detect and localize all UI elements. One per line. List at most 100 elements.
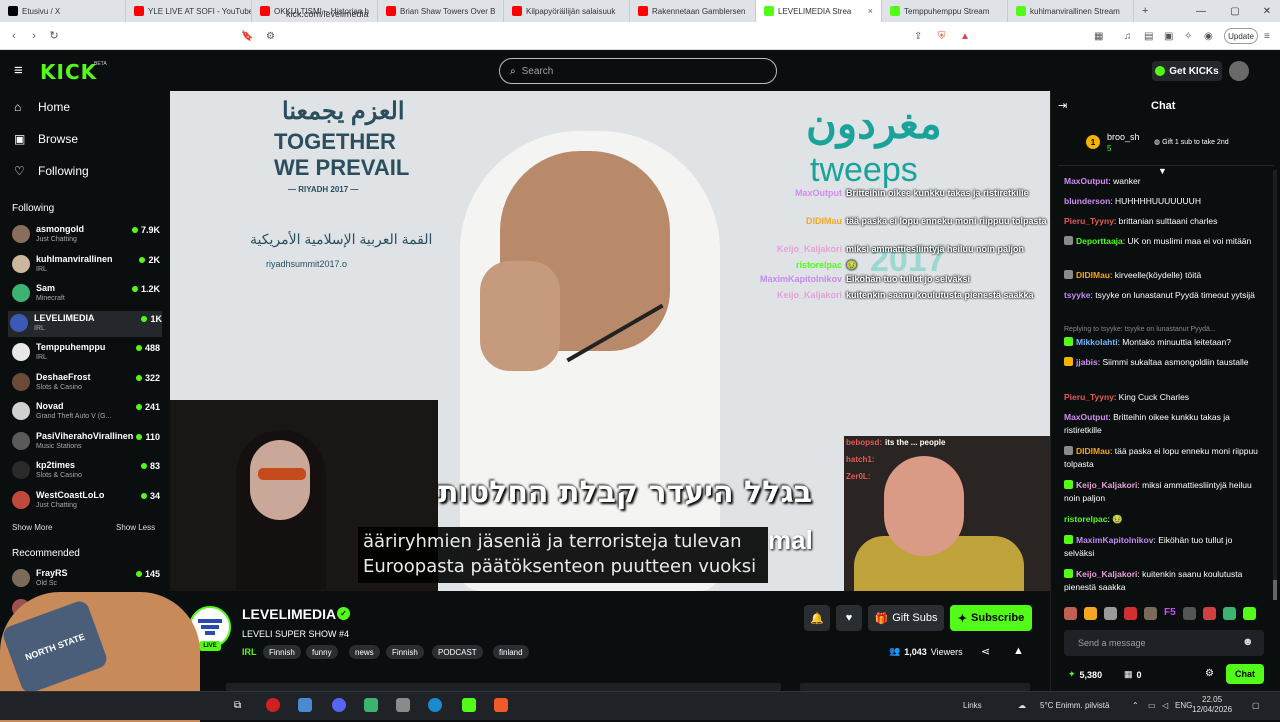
chat-username[interactable]: ristorelpac	[1064, 514, 1107, 524]
browser-tab[interactable]: kuhlmanvirallinen Stream	[1008, 0, 1134, 22]
nav-following[interactable]: ♡ Following	[14, 164, 89, 178]
chat-username[interactable]: MikkoIahti	[1076, 337, 1118, 347]
report-icon[interactable]: ▲	[1013, 645, 1024, 657]
chat-username[interactable]: Keijo_Kaljakori	[1076, 480, 1137, 490]
browser-tab[interactable]: Brian Shaw Towers Over B	[378, 0, 504, 22]
vpn-icon[interactable]: ◉	[1204, 31, 1213, 42]
sidebar-channel[interactable]: DeshaeFrost Slots & Casino 322	[10, 370, 160, 396]
chat-username[interactable]: jjabis	[1076, 357, 1098, 367]
search-input[interactable]: ⌕ Search	[499, 58, 777, 84]
extensions-icon[interactable]: ✧	[1184, 31, 1192, 42]
chat-message[interactable]: Keijo_Kaljakori: kuitenkin saanu koulutu…	[1064, 568, 1260, 594]
links-toolbar[interactable]: Links	[963, 701, 982, 710]
emote-icon[interactable]	[1084, 607, 1097, 620]
rewards-icon[interactable]: ▲	[960, 31, 970, 42]
gift-count[interactable]: ▦ 0	[1124, 669, 1142, 680]
pinned-gifter[interactable]: 1 broo_sh 5 ◍ Gift 1 sub to take 2nd	[1058, 124, 1274, 166]
music-icon[interactable]: ♫	[1124, 31, 1132, 42]
reload-icon[interactable]: ↻	[44, 29, 64, 42]
chat-username[interactable]: MaxOutput	[1064, 176, 1108, 186]
maximize-window-button[interactable]: ▢	[1218, 0, 1252, 22]
browser-tab[interactable]: LEVELIMEDIA Strea ×	[756, 0, 882, 22]
share-icon[interactable]: ⇪	[914, 31, 922, 42]
video-player[interactable]: العزم يجمعنا TOGETHER WE PREVAIL — RIYAD…	[170, 91, 1050, 591]
sidebar-channel[interactable]: asmongold Just Chatting 7.9K	[10, 222, 160, 248]
browser-tab[interactable]: Rakennetaan Gamblersen	[630, 0, 756, 22]
url-field[interactable]: kick.com/levelimedia	[286, 9, 369, 19]
stream-tag[interactable]: news	[349, 645, 380, 659]
hamburger-menu-icon[interactable]: ≡	[14, 62, 23, 79]
sidebar-channel[interactable]: Temppuhemppu IRL 488	[10, 340, 160, 366]
chat-message[interactable]: jjabis: Siimmi sukaltaa asmongoldiin tau…	[1064, 356, 1260, 369]
brave-icon[interactable]	[494, 698, 508, 712]
kick-logo[interactable]: KICK	[40, 60, 97, 84]
stream-category[interactable]: IRL	[242, 647, 257, 657]
volume-icon[interactable]: ◁	[1162, 701, 1168, 710]
chat-username[interactable]: Keijo_Kaljakori	[1076, 569, 1137, 579]
kick-app-icon[interactable]	[462, 698, 476, 712]
menu-icon[interactable]: ≡	[1264, 31, 1270, 42]
chat-message[interactable]: MaximKapitolnikov: Eiköhän tuo tullut jo…	[1064, 534, 1260, 560]
chat-message[interactable]: MaxOutput: wanker	[1064, 175, 1260, 188]
system-clock[interactable]: 22.05 12/04/2026	[1192, 695, 1232, 715]
browser-tab[interactable]: Temppuhemppu Stream	[882, 0, 1008, 22]
minimize-window-button[interactable]: —	[1184, 0, 1218, 22]
reader-icon[interactable]: ▤	[1144, 31, 1153, 42]
back-icon[interactable]: ‹	[4, 30, 24, 42]
stream-tag[interactable]: Finnish	[386, 645, 424, 659]
chat-message[interactable]: MikkoIahti: Montako minuuttia leitetaan?	[1064, 336, 1260, 349]
notification-bell-button[interactable]: 🔔	[804, 605, 830, 631]
chat-settings-icon[interactable]: ⚙	[1205, 668, 1214, 679]
close-tab-icon[interactable]: ×	[868, 6, 873, 16]
app-icon[interactable]	[298, 698, 312, 712]
emote-icon[interactable]	[1144, 607, 1157, 620]
site-settings-icon[interactable]: ⚙	[266, 31, 275, 42]
sidebar-toggle-icon[interactable]: ▦	[1094, 31, 1103, 42]
new-tab-icon[interactable]: +	[1142, 5, 1148, 17]
nav-browse[interactable]: ▣ Browse	[14, 132, 78, 146]
chat-username[interactable]: tsyyke	[1064, 290, 1090, 300]
chat-message[interactable]: MaxOutput: Britteihin oikee kunkku takas…	[1064, 411, 1260, 437]
get-kicks-button[interactable]: Get KICKs	[1152, 61, 1222, 81]
tray-expand-icon[interactable]: ⌃	[1132, 701, 1139, 710]
sidebar-channel[interactable]: Sam Minecraft 1.2K	[10, 281, 160, 307]
update-button[interactable]: Update	[1224, 28, 1258, 44]
sidebar-channel[interactable]: WestCoastLoLo Just Chatting 34	[10, 488, 160, 514]
stream-tag[interactable]: finland	[493, 645, 529, 659]
sidebar-channel[interactable]: FrayRS Old Sc 145	[10, 566, 160, 592]
bookmark-icon[interactable]: 🔖	[241, 31, 253, 42]
stream-tag[interactable]: PODCAST	[432, 645, 483, 659]
chat-send-button[interactable]: Chat	[1226, 664, 1264, 684]
browser-tab[interactable]: YLE LIVE AT SOFI - YouTube	[126, 0, 252, 22]
discord-icon[interactable]	[332, 698, 346, 712]
emote-icon[interactable]: F5	[1164, 607, 1176, 620]
sidebar-channel[interactable]: kuhlmanvirallinen IRL 2K	[10, 252, 160, 278]
chat-username[interactable]: blunderson	[1064, 196, 1110, 206]
weather-text[interactable]: 5°C Enimm. pilvistä	[1040, 701, 1109, 710]
chat-message[interactable]: DIDIMau: kirveelle(köydelle) töitä	[1064, 269, 1260, 282]
emote-icon[interactable]	[1182, 607, 1196, 620]
chat-message-input[interactable]: Send a message	[1064, 630, 1264, 656]
user-avatar[interactable]	[1229, 61, 1249, 81]
chat-message[interactable]: Replying to tsyyke: tsyyke on lunastanut…	[1064, 323, 1260, 336]
chat-scrollbar-thumb[interactable]	[1273, 580, 1277, 600]
chat-username[interactable]: DIDIMau	[1076, 446, 1110, 456]
chat-message[interactable]: Pieru_Tyyny: brittanian sulttaani charle…	[1064, 215, 1260, 228]
emote-icon[interactable]	[1242, 607, 1256, 620]
sidebar-channel[interactable]: Novad Grand Theft Auto V (G... 241	[10, 399, 160, 425]
opera-icon[interactable]	[266, 698, 280, 712]
collapse-chat-icon[interactable]: ⇥	[1058, 99, 1067, 112]
gift-subs-button[interactable]: 🎁 Gift Subs	[868, 605, 944, 631]
follow-heart-button[interactable]: ♥	[836, 605, 862, 631]
browser-tab[interactable]: Etusivu / X	[0, 0, 126, 22]
chat-username[interactable]: Pieru_Tyyny	[1064, 392, 1114, 402]
browser-tab[interactable]: Kilpapyöräilijän salaisuuk	[504, 0, 630, 22]
emote-icon[interactable]	[1104, 607, 1117, 620]
chat-message[interactable]: Pieru_Tyyny: King Cuck Charles	[1064, 391, 1260, 404]
channel-points[interactable]: ✦ 5,380	[1068, 669, 1102, 680]
stream-tag[interactable]: Finnish	[263, 645, 301, 659]
forward-icon[interactable]: ›	[24, 30, 44, 42]
chat-message[interactable]: blunderson: HUHHHHUUUUUUUH	[1064, 195, 1260, 208]
chat-scrollbar[interactable]	[1273, 170, 1277, 600]
emote-icon[interactable]	[1124, 607, 1137, 620]
